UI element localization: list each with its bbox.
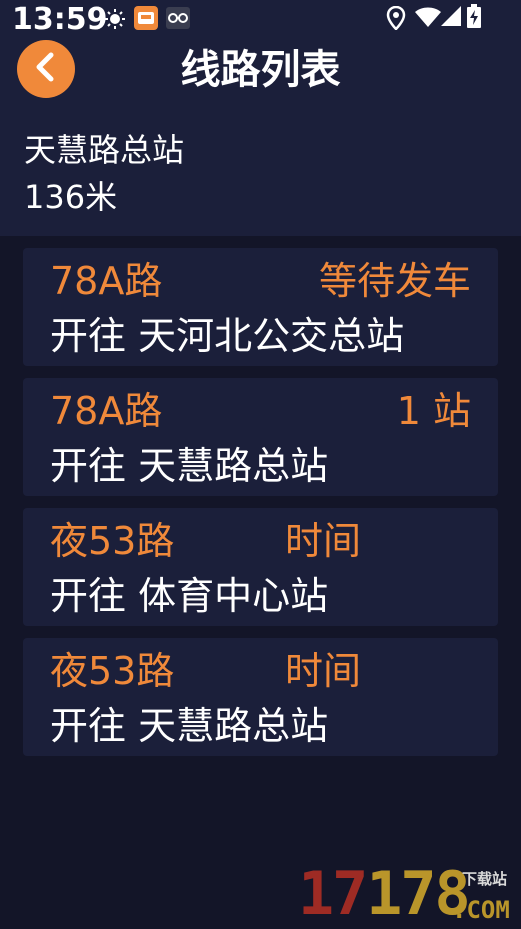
header-panel: 13:59 线路列表 天慧路总站 136米 bbox=[0, 0, 521, 236]
route-name: 78A路 bbox=[50, 259, 163, 303]
route-card[interactable]: 夜53路 时间 开往 天慧路总站 bbox=[23, 638, 498, 756]
route-direction: 开往 天河北公交总站 bbox=[50, 314, 405, 358]
watermark-label: 下载站 bbox=[462, 870, 508, 888]
route-direction: 开往 体育中心站 bbox=[50, 574, 329, 618]
watermark-logo: 17178 下载站 .COM bbox=[298, 862, 521, 926]
route-status: 等待发车 bbox=[318, 259, 471, 303]
route-name: 78A路 bbox=[50, 389, 163, 433]
route-name: 夜53路 bbox=[50, 519, 175, 563]
title-bar: 线路列表 bbox=[0, 38, 521, 104]
status-bar: 13:59 bbox=[0, 0, 521, 38]
signal-icon bbox=[441, 6, 461, 30]
wifi-icon bbox=[415, 7, 441, 31]
app-notification-icon bbox=[134, 6, 158, 34]
route-status: 时间 bbox=[285, 519, 362, 563]
route-card[interactable]: 78A路 等待发车 开往 天河北公交总站 bbox=[23, 248, 498, 366]
route-status: 1 站 bbox=[396, 389, 471, 433]
watermark-number-red: 17 bbox=[298, 859, 368, 929]
station-name: 天慧路总站 bbox=[24, 131, 185, 169]
route-direction: 开往 天慧路总站 bbox=[50, 444, 329, 488]
route-status: 时间 bbox=[285, 649, 362, 693]
route-name: 夜53路 bbox=[50, 649, 175, 693]
page-title: 线路列表 bbox=[180, 47, 341, 93]
watermark-number: 17178 bbox=[298, 859, 471, 929]
status-time: 13:59 bbox=[12, 2, 108, 37]
station-distance: 136米 bbox=[24, 178, 118, 216]
route-card[interactable]: 78A路 1 站 开往 天慧路总站 bbox=[23, 378, 498, 496]
route-card[interactable]: 夜53路 时间 开往 体育中心站 bbox=[23, 508, 498, 626]
battery-icon bbox=[467, 4, 481, 32]
brightness-icon bbox=[104, 8, 126, 34]
route-direction: 开往 天慧路总站 bbox=[50, 704, 329, 748]
watermark-domain: .COM bbox=[452, 896, 510, 924]
route-list: 78A路 等待发车 开往 天河北公交总站 78A路 1 站 开往 天慧路总站 夜… bbox=[23, 248, 498, 768]
glasses-icon bbox=[166, 7, 190, 33]
location-icon bbox=[386, 5, 406, 34]
